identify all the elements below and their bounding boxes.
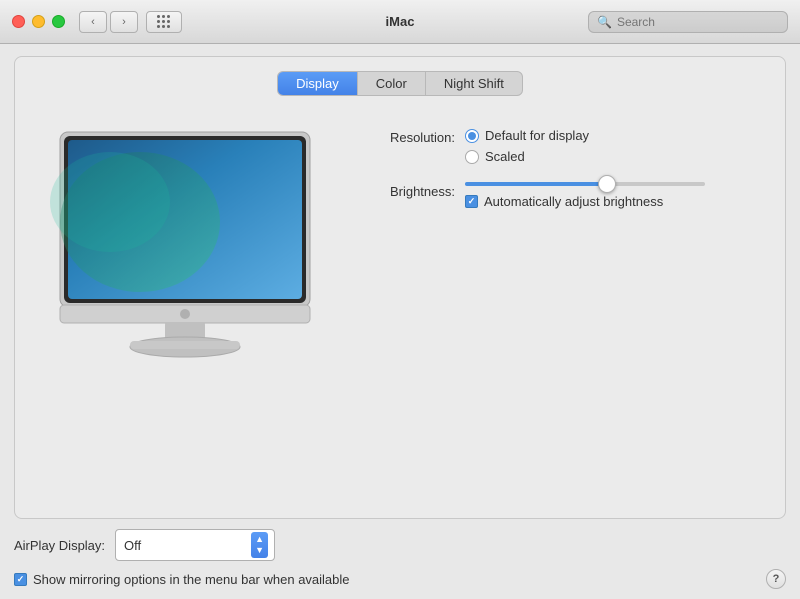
grid-button[interactable] <box>146 11 182 33</box>
bottom-bar: AirPlay Display: Off ▲ ▼ ✓ Show mirrorin… <box>0 519 800 599</box>
auto-brightness-label: Automatically adjust brightness <box>484 194 663 209</box>
traffic-lights <box>12 15 65 28</box>
chevron-down-icon: ▼ <box>255 545 264 556</box>
airplay-label: AirPlay Display: <box>14 538 105 553</box>
mirroring-row: ✓ Show mirroring options in the menu bar… <box>14 569 786 589</box>
grid-icon <box>157 15 171 29</box>
resolution-scaled-option[interactable]: Scaled <box>465 149 589 164</box>
tab-display[interactable]: Display <box>278 72 358 95</box>
resolution-controls: Default for display Scaled <box>465 128 589 164</box>
checkmark-icon: ✓ <box>468 197 476 206</box>
airplay-row: AirPlay Display: Off ▲ ▼ <box>14 529 786 561</box>
tab-bar: Display Color Night Shift <box>15 71 785 96</box>
auto-brightness-checkbox[interactable]: ✓ <box>465 195 478 208</box>
minimize-button[interactable] <box>32 15 45 28</box>
close-button[interactable] <box>12 15 25 28</box>
airplay-value: Off <box>124 538 141 553</box>
tab-group: Display Color Night Shift <box>277 71 523 96</box>
auto-brightness-option[interactable]: ✓ Automatically adjust brightness <box>465 194 705 209</box>
resolution-scaled-radio[interactable] <box>465 150 479 164</box>
resolution-label: Resolution: <box>365 128 455 145</box>
nav-buttons: ‹ › <box>79 11 138 33</box>
resolution-scaled-label: Scaled <box>485 149 525 164</box>
help-button[interactable]: ? <box>766 569 786 589</box>
back-button[interactable]: ‹ <box>79 11 107 33</box>
mirroring-left: ✓ Show mirroring options in the menu bar… <box>14 572 350 587</box>
radio-inner-dot <box>468 132 476 140</box>
brightness-slider[interactable] <box>465 182 705 186</box>
main-content: Display Color Night Shift <box>0 44 800 599</box>
display-panel: Display Color Night Shift <box>14 56 786 519</box>
resolution-default-option[interactable]: Default for display <box>465 128 589 143</box>
mirroring-checkmark-icon: ✓ <box>17 575 25 584</box>
forward-button[interactable]: › <box>110 11 138 33</box>
title-bar: ‹ › iMac 🔍 <box>0 0 800 44</box>
select-arrows-icon: ▲ ▼ <box>251 532 268 558</box>
chevron-up-icon: ▲ <box>255 534 264 545</box>
tab-night-shift[interactable]: Night Shift <box>426 72 522 95</box>
resolution-default-label: Default for display <box>485 128 589 143</box>
imac-illustration <box>50 122 320 362</box>
search-bar[interactable]: 🔍 <box>588 11 788 33</box>
search-icon: 🔍 <box>597 15 612 29</box>
brightness-label: Brightness: <box>365 182 455 199</box>
resolution-default-radio[interactable] <box>465 129 479 143</box>
slider-container <box>465 182 705 186</box>
maximize-button[interactable] <box>52 15 65 28</box>
mirroring-label: Show mirroring options in the menu bar w… <box>33 572 350 587</box>
search-input[interactable] <box>617 15 779 29</box>
brightness-row: Brightness: ✓ Automatically adjust brigh… <box>365 182 765 209</box>
airplay-select[interactable]: Off ▲ ▼ <box>115 529 275 561</box>
brightness-controls: ✓ Automatically adjust brightness <box>465 182 705 209</box>
window-title: iMac <box>386 14 415 29</box>
monitor-area <box>35 112 335 498</box>
tab-color[interactable]: Color <box>358 72 426 95</box>
mirroring-checkbox[interactable]: ✓ <box>14 573 27 586</box>
settings-area: Resolution: Default for display Scaled <box>365 112 765 498</box>
panel-inner: Resolution: Default for display Scaled <box>15 112 785 518</box>
resolution-row: Resolution: Default for display Scaled <box>365 128 765 164</box>
